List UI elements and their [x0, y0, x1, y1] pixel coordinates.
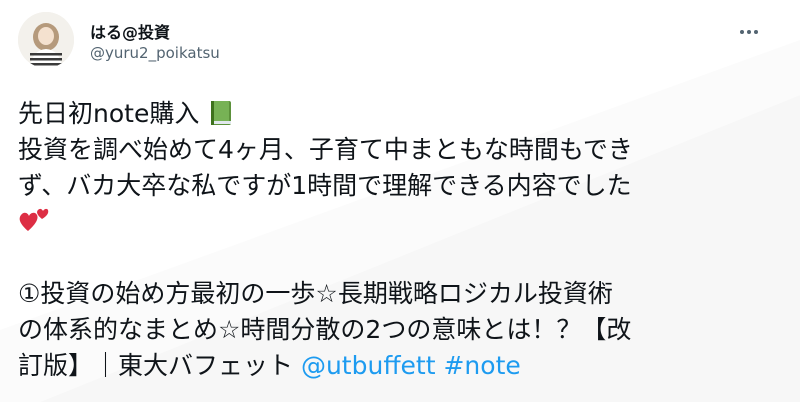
tweet-line-6: の体系的なまとめ☆時間分散の2つの意味とは！？【改: [18, 315, 632, 344]
more-horizontal-icon: [740, 30, 758, 34]
user-avatar-icon[interactable]: [18, 12, 74, 68]
tweet-line-4: [18, 204, 788, 240]
mention-link[interactable]: @utbuffett: [301, 351, 436, 380]
two-hearts-icon: [18, 205, 50, 245]
tweet-line-7: 訂版】｜東大バフェット @utbuffett #note: [18, 348, 788, 384]
more-options-button[interactable]: [733, 20, 765, 44]
tweet-line-5: ①投資の始め方最初の一歩☆長期戦略ロジカル投資術: [18, 279, 613, 308]
tweet-line-3: ず、バカ大卒な私ですが1時間で理解できる内容でした: [18, 171, 632, 200]
tweet-line-2: 投資を調べ始めて4ヶ月、子育て中まともな時間もでき: [18, 135, 633, 164]
tweet-line-1: 先日初note購入: [18, 96, 788, 132]
author-username[interactable]: @yuru2_poikatsu: [90, 44, 220, 62]
tweet-card: はる@投資 @yuru2_poikatsu 先日初note購入 投資を調べ始めて…: [0, 0, 800, 402]
hashtag-link[interactable]: #note: [443, 351, 520, 380]
tweet-line-7-text: 訂版】｜東大バフェット: [18, 351, 301, 380]
author-display-name[interactable]: はる@投資: [90, 19, 170, 43]
tweet-line-1-text: 先日初note購入: [18, 99, 200, 128]
tweet-text: 先日初note購入 投資を調べ始めて4ヶ月、子育て中まともな時間もでき ず、バカ…: [18, 96, 788, 384]
